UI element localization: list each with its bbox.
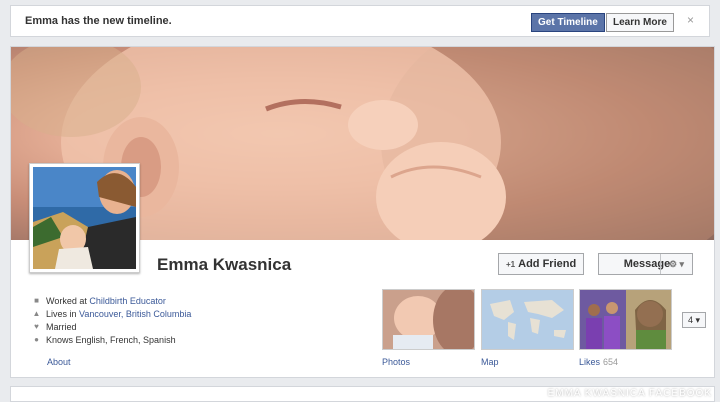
add-friend-button[interactable]: +1 Add Friend	[498, 253, 585, 275]
likes-thumbnail	[580, 290, 671, 349]
timeline-notice-bar: Emma has the new timeline. Get Timeline …	[10, 5, 710, 37]
briefcase-icon: ■	[34, 296, 39, 305]
about-link[interactable]: About	[47, 357, 71, 367]
profile-card: Emma Kwasnica +1 Add Friend Message ⚙ ▾ ■…	[10, 46, 715, 378]
profile-picture[interactable]	[29, 163, 140, 273]
profile-info: ■ Worked at Childbirth Educator ▲ Lives …	[31, 294, 192, 346]
languages-text: Knows English, French, Spanish	[46, 334, 176, 345]
likes-link[interactable]: Likes 654	[579, 357, 618, 367]
work-prefix: Worked at	[46, 295, 87, 306]
photos-tile[interactable]	[382, 289, 475, 350]
info-work: ■ Worked at Childbirth Educator	[31, 294, 191, 307]
lives-prefix: Lives in	[46, 308, 77, 319]
heart-icon: ♥	[34, 322, 39, 331]
home-icon: ▲	[32, 309, 41, 318]
learn-more-button[interactable]: Learn More	[606, 13, 674, 32]
more-sections-dropdown[interactable]: 4 ▾	[682, 312, 706, 328]
add-friend-label: Add Friend	[518, 258, 577, 270]
info-languages: ● Knows English, French, Spanish	[31, 333, 191, 346]
info-relationship: ♥ Married	[31, 320, 191, 333]
photos-link[interactable]: Photos	[382, 357, 410, 367]
add-friend-icon: +1	[506, 260, 516, 269]
map-link[interactable]: Map	[481, 357, 499, 367]
lives-place-link[interactable]: Vancouver, British Columbia	[79, 309, 191, 319]
relationship-text: Married	[46, 321, 77, 332]
map-thumbnail	[482, 290, 573, 349]
close-icon[interactable]: ×	[687, 13, 694, 27]
likes-label: Likes	[579, 357, 601, 367]
likes-count: 654	[603, 357, 619, 367]
profile-photo-illustration	[33, 167, 136, 269]
timeline-notice-text: Emma has the new timeline.	[25, 15, 172, 27]
profile-name: Emma Kwasnica	[157, 255, 292, 274]
map-tile[interactable]	[481, 289, 574, 350]
message-button[interactable]: Message ⚙ ▾	[598, 253, 693, 275]
photos-thumbnail	[383, 290, 474, 349]
info-lives: ▲ Lives in Vancouver, British Columbia	[31, 307, 192, 320]
watermark-text: EMMA KWASNICA FACEBOOK	[547, 388, 712, 399]
get-timeline-button[interactable]: Get Timeline	[531, 13, 605, 32]
gear-dropdown-icon[interactable]: ⚙ ▾	[660, 254, 692, 274]
likes-tile[interactable]	[579, 289, 672, 350]
globe-icon: ●	[34, 335, 39, 344]
work-place-link[interactable]: Childbirth Educator	[89, 296, 166, 306]
